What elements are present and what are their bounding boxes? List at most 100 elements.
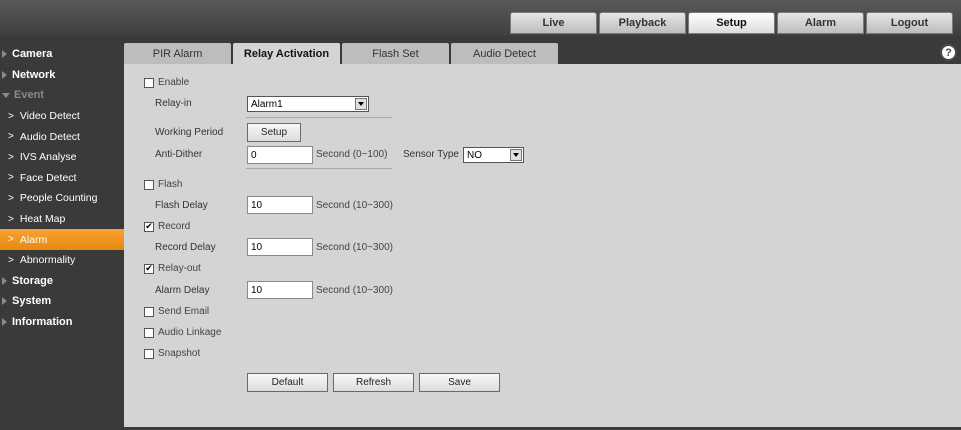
relay-out-label: Relay-out — [158, 263, 201, 274]
relay-out-row: ✔ Relay-out — [144, 263, 201, 274]
default-button[interactable]: Default — [247, 373, 328, 392]
expand-arrow-icon — [2, 276, 7, 285]
chevron-right-icon: > — [8, 192, 14, 204]
flash-label: Flash — [158, 179, 183, 190]
chevron-right-icon: > — [8, 131, 14, 143]
sidebar-item-label: Abnormality — [19, 254, 76, 267]
top-nav: Live Playback Setup Alarm Logout — [510, 12, 953, 34]
sidebar-item-label: IVS Analyse — [19, 151, 77, 164]
sidebar-item-label: Video Detect — [19, 110, 80, 123]
working-period-label: Working Period — [155, 127, 224, 138]
refresh-button[interactable]: Refresh — [333, 373, 414, 392]
enable-row: Enable — [144, 77, 189, 88]
record-delay-label: Record Delay — [155, 242, 216, 253]
divider — [246, 117, 392, 118]
audio-linkage-label: Audio Linkage — [158, 327, 222, 338]
alarm-delay-unit: Second (10~300) — [316, 285, 394, 296]
expand-arrow-icon — [2, 70, 7, 79]
sidebar-item-heat-map[interactable]: > Heat Map — [0, 209, 124, 230]
nav-logout-tab[interactable]: Logout — [866, 12, 953, 34]
sidebar: Camera Network Event > Video Detect > Audi… — [0, 44, 124, 332]
sidebar-item-label: Face Detect — [19, 171, 77, 184]
flash-delay-unit: Second (10~300) — [316, 200, 394, 211]
working-period-setup-button[interactable]: Setup — [247, 123, 301, 142]
record-delay-unit: Second (10~300) — [316, 242, 394, 253]
sidebar-information[interactable]: Information — [0, 312, 124, 333]
snapshot-checkbox[interactable] — [144, 348, 154, 359]
chevron-right-icon: > — [8, 110, 14, 122]
sensor-type-value: NO — [467, 149, 482, 161]
nav-alarm-tab[interactable]: Alarm — [777, 12, 864, 34]
sidebar-label: Event — [14, 89, 44, 102]
sidebar-item-alarm[interactable]: > Alarm — [0, 229, 124, 250]
chevron-down-icon — [355, 98, 367, 110]
chevron-down-icon — [510, 149, 522, 161]
sidebar-label: Network — [12, 68, 56, 81]
send-email-checkbox[interactable] — [144, 306, 154, 317]
sidebar-item-audio-detect[interactable]: > Audio Detect — [0, 126, 124, 147]
alarm-delay-input[interactable]: 10 — [247, 281, 313, 299]
sidebar-item-abnormality[interactable]: > Abnormality — [0, 250, 124, 271]
flash-checkbox[interactable] — [144, 179, 154, 190]
enable-label: Enable — [158, 77, 190, 88]
tab-relay-activation[interactable]: Relay Activation — [233, 43, 340, 64]
sidebar-label: Camera — [12, 48, 53, 61]
tab-pir-alarm[interactable]: PIR Alarm — [124, 43, 231, 64]
relay-out-checkbox[interactable]: ✔ — [144, 263, 154, 274]
chevron-right-icon: > — [8, 172, 14, 184]
sensor-type-label: Sensor Type — [403, 149, 459, 160]
sidebar-storage[interactable]: Storage — [0, 271, 124, 292]
chevron-right-icon: > — [8, 213, 14, 225]
sidebar-item-label: Heat Map — [19, 213, 66, 226]
nav-live-tab[interactable]: Live — [510, 12, 597, 34]
sensor-type-select[interactable]: NO — [463, 147, 524, 163]
save-button[interactable]: Save — [419, 373, 500, 392]
chevron-right-icon: > — [8, 234, 14, 246]
sidebar-network[interactable]: Network — [0, 65, 124, 86]
sub-tabs: PIR Alarm Relay Activation Flash Set Aud… — [124, 43, 558, 64]
sidebar-label: Information — [12, 316, 73, 329]
collapse-arrow-icon — [2, 92, 10, 98]
sidebar-item-label: Alarm — [19, 233, 48, 246]
sidebar-item-video-detect[interactable]: > Video Detect — [0, 106, 124, 127]
record-checkbox[interactable]: ✔ — [144, 221, 154, 232]
flash-delay-label: Flash Delay — [155, 200, 208, 211]
relay-in-select[interactable]: Alarm1 — [247, 96, 369, 112]
sidebar-event[interactable]: Event — [0, 85, 124, 106]
anti-dither-input[interactable]: 0 — [247, 146, 313, 164]
enable-checkbox[interactable] — [144, 77, 154, 88]
sidebar-system[interactable]: System — [0, 291, 124, 312]
sidebar-item-label: Audio Detect — [19, 130, 80, 143]
audio-linkage-checkbox[interactable] — [144, 327, 154, 338]
anti-dither-unit: Second (0~100) — [316, 149, 388, 160]
record-label: Record — [158, 221, 191, 232]
anti-dither-label: Anti-Dither — [155, 149, 203, 160]
flash-delay-input[interactable]: 10 — [247, 196, 313, 214]
expand-arrow-icon — [2, 297, 7, 306]
tab-audio-detect[interactable]: Audio Detect — [451, 43, 558, 64]
sidebar-item-face-detect[interactable]: > Face Detect — [0, 168, 124, 189]
tab-flash-set[interactable]: Flash Set — [342, 43, 449, 64]
snapshot-label: Snapshot — [158, 348, 201, 359]
sidebar-camera[interactable]: Camera — [0, 44, 124, 65]
record-row: ✔ Record — [144, 221, 190, 232]
record-delay-input[interactable]: 10 — [247, 238, 313, 256]
nav-playback-tab[interactable]: Playback — [599, 12, 686, 34]
audio-linkage-row: Audio Linkage — [144, 327, 221, 338]
send-email-label: Send Email — [158, 306, 210, 317]
expand-arrow-icon — [2, 318, 7, 327]
chevron-right-icon: > — [8, 151, 14, 163]
check-icon: ✔ — [145, 221, 153, 231]
check-icon: ✔ — [145, 263, 153, 273]
chevron-right-icon: > — [8, 254, 14, 266]
sidebar-item-people-counting[interactable]: > People Counting — [0, 188, 124, 209]
expand-arrow-icon — [2, 50, 7, 59]
send-email-row: Send Email — [144, 306, 209, 317]
nav-setup-tab[interactable]: Setup — [688, 12, 775, 34]
sidebar-item-label: People Counting — [19, 192, 98, 205]
relay-in-value: Alarm1 — [251, 98, 283, 110]
sidebar-item-ivs-analyse[interactable]: > IVS Analyse — [0, 147, 124, 168]
snapshot-row: Snapshot — [144, 348, 200, 359]
flash-row: Flash — [144, 179, 182, 190]
help-icon[interactable]: ? — [940, 44, 957, 61]
